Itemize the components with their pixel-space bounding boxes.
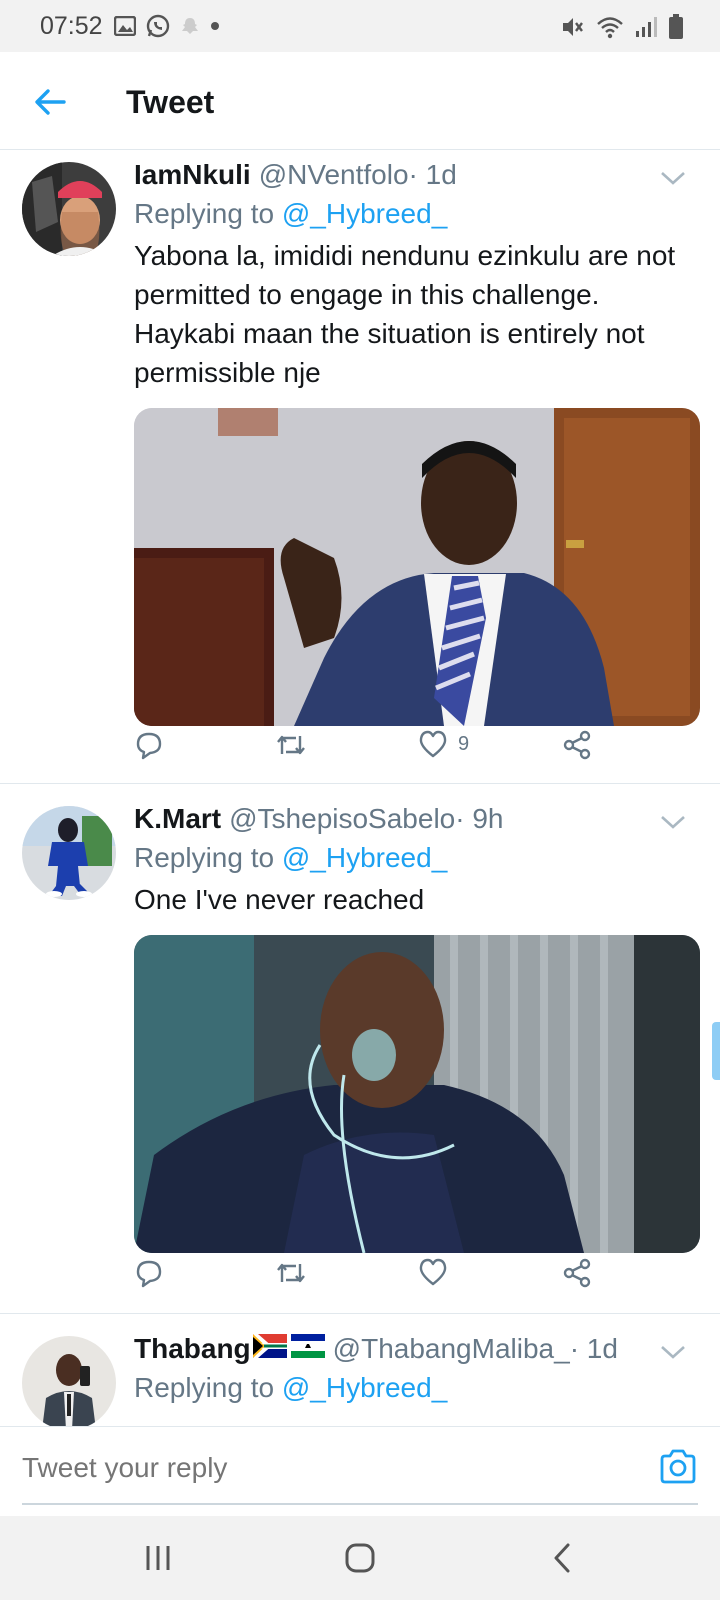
retweet-button[interactable] [274, 1258, 318, 1288]
tweet-content: Thabang @ThabangMaliba_ · 1d Replying to… [134, 1332, 700, 1408]
share-button[interactable] [562, 730, 592, 760]
page-title: Tweet [126, 84, 215, 120]
system-icons [560, 14, 684, 40]
tweet-image[interactable] [134, 408, 700, 726]
signal-icon [634, 15, 658, 39]
tweet-content: IamNkuli @NVentfolo · 1d Replying to @_H… [134, 158, 700, 726]
tweet-actions [134, 1258, 604, 1298]
timestamp: · 9h [455, 803, 504, 834]
replying-to: Replying to @_Hybreed_ [134, 838, 700, 878]
tweet-header: IamNkuli @NVentfolo · 1d [134, 158, 700, 192]
navigation-bar [0, 1516, 720, 1600]
replying-prefix: Replying to [134, 198, 282, 229]
tweet[interactable]: IamNkuli @NVentfolo · 1d Replying to @_H… [0, 150, 720, 784]
retweet-icon [277, 1263, 305, 1283]
chevron-down-icon[interactable] [658, 812, 688, 832]
tweet-text: One I've never reached [134, 884, 425, 915]
arrow-left-icon [35, 89, 66, 115]
share-button[interactable] [562, 1258, 592, 1288]
lesotho-flag-icon [290, 1332, 325, 1358]
avatar[interactable] [22, 1336, 116, 1426]
camera-icon [660, 1449, 696, 1484]
tweet[interactable]: K.Mart @TshepisoSabelo · 9h Replying to … [0, 784, 720, 1314]
heart-icon [419, 730, 447, 758]
chevron-down-icon[interactable] [658, 1342, 688, 1362]
back-nav-button[interactable] [540, 1538, 584, 1578]
like-button[interactable] [418, 1258, 458, 1286]
mention-link[interactable]: @_Hybreed_ [282, 842, 447, 873]
chevron-down-icon[interactable] [658, 168, 688, 188]
reply-input[interactable] [22, 1445, 622, 1491]
scrollbar-thumb[interactable] [712, 1022, 720, 1080]
avatar[interactable] [22, 162, 116, 256]
back-chevron-icon [554, 1543, 570, 1573]
south-africa-flag-icon [252, 1332, 287, 1358]
tweet-header: K.Mart @TshepisoSabelo · 9h [134, 802, 700, 836]
replies-feed[interactable]: IamNkuli @NVentfolo · 1d Replying to @_H… [0, 150, 720, 1426]
replying-prefix: Replying to [134, 1372, 282, 1403]
status-bar: 07:52 [0, 0, 720, 52]
reply-button[interactable] [134, 1258, 174, 1288]
tweet-header: Thabang @ThabangMaliba_ · 1d [134, 1332, 700, 1366]
home-icon [345, 1543, 375, 1573]
replying-to: Replying to @_Hybreed_ [134, 1368, 700, 1408]
retweet-icon [277, 735, 305, 755]
tweet-content: K.Mart @TshepisoSabelo · 9h Replying to … [134, 802, 700, 1253]
notification-icons [114, 14, 220, 38]
recent-apps-button[interactable] [136, 1538, 180, 1578]
reply-button[interactable] [134, 730, 174, 760]
replying-prefix: Replying to [134, 842, 282, 873]
timestamp: · 1d [408, 159, 457, 190]
timestamp: · 1d [569, 1333, 618, 1364]
display-name[interactable]: Thabang [134, 1332, 251, 1366]
share-icon [563, 730, 591, 760]
tweet-text: Yabona la, imididi nendunu ezinkulu are … [134, 240, 676, 388]
like-count: 9 [458, 732, 470, 755]
tweet-image[interactable] [134, 935, 700, 1253]
mention-link[interactable]: @_Hybreed_ [282, 1372, 447, 1403]
wifi-icon [596, 15, 624, 39]
avatar[interactable] [22, 806, 116, 900]
back-button[interactable] [28, 80, 72, 124]
share-icon [563, 1258, 591, 1288]
reply-bar [0, 1426, 720, 1516]
retweet-button[interactable] [274, 730, 318, 760]
recent-apps-icon [146, 1546, 170, 1570]
mention-link[interactable]: @_Hybreed_ [282, 198, 447, 229]
replying-to: Replying to @_Hybreed_ [134, 194, 700, 234]
status-time: 07:52 [40, 12, 103, 40]
camera-button[interactable] [658, 1447, 698, 1487]
reply-icon [136, 732, 162, 760]
reply-icon [136, 1260, 162, 1288]
heart-icon [419, 1258, 447, 1286]
handle[interactable]: @NVentfolo [259, 158, 409, 192]
tweet-actions: 9 [134, 730, 604, 770]
handle[interactable]: @ThabangMaliba_ [333, 1332, 570, 1366]
display-name[interactable]: K.Mart [134, 802, 221, 836]
home-button[interactable] [338, 1538, 382, 1578]
like-button[interactable]: 9 [418, 730, 469, 758]
reply-underline [22, 1503, 698, 1505]
app-header: Tweet [0, 52, 720, 150]
gallery-icon [114, 16, 136, 36]
snapchat-icon [180, 16, 200, 36]
mute-icon [560, 15, 586, 39]
dot-icon [210, 21, 220, 31]
display-name[interactable]: IamNkuli [134, 158, 251, 192]
whatsapp-icon [146, 14, 170, 38]
battery-icon [668, 14, 684, 40]
handle[interactable]: @TshepisoSabelo [229, 802, 455, 836]
tweet[interactable]: Thabang @ThabangMaliba_ · 1d Replying to… [0, 1314, 720, 1426]
